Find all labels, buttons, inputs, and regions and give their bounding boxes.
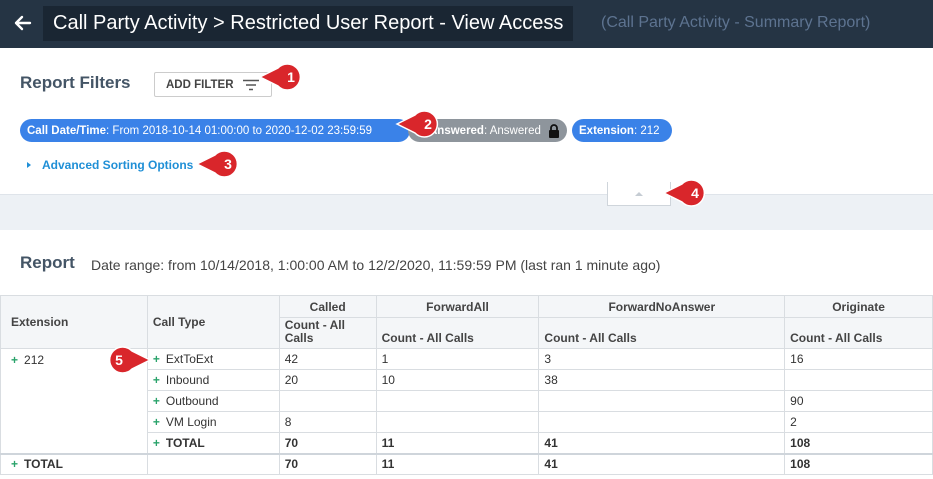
add-filter-label: ADD FILTER	[166, 78, 234, 91]
column-header-count[interactable]: Count - All Calls	[375, 317, 540, 349]
count-cell	[278, 390, 377, 412]
page-subtitle: (Call Party Activity - Summary Report)	[601, 14, 871, 31]
filters-heading: Report Filters	[20, 73, 131, 92]
call-type-cell[interactable]: + VM Login	[146, 411, 280, 433]
advanced-sorting-label: Advanced Sorting Options	[42, 158, 194, 172]
lock-icon	[548, 123, 559, 138]
report-date-range: Date range: from 10/14/2018, 1:00:00 AM …	[91, 257, 661, 273]
callout-number: 5	[115, 352, 123, 368]
top-bar: Call Party Activity > Restricted User Re…	[0, 0, 933, 48]
call-type-label: TOTAL	[165, 435, 205, 450]
count-cell: 41	[538, 432, 786, 454]
chip-key: Call Date/Time	[27, 124, 107, 137]
chip-value: : Answered	[483, 124, 541, 137]
call-type-label: VM Login	[165, 415, 217, 429]
filter-lines-icon	[243, 79, 259, 91]
count-cell: 42	[278, 348, 377, 370]
chevron-up-icon	[635, 191, 643, 196]
chip-key: Extension	[579, 124, 634, 137]
group-header-originate: Originate	[784, 295, 933, 318]
expand-plus-icon[interactable]: +	[153, 394, 160, 408]
chip-value: : 212	[633, 124, 660, 137]
call-type-label: ExtToExt	[165, 352, 214, 366]
callout-badge-2: 2	[395, 110, 439, 138]
count-cell: 16	[784, 348, 933, 370]
call-type-label: Inbound	[165, 373, 210, 387]
count-cell: 70	[278, 452, 377, 475]
count-cell: 11	[375, 432, 540, 454]
call-type-cell[interactable]: + Inbound	[146, 369, 280, 391]
column-header-count[interactable]: Count - All Calls	[538, 317, 786, 349]
expand-plus-icon[interactable]: +	[153, 415, 160, 429]
column-header-extension[interactable]: Extension	[0, 295, 148, 349]
count-cell: 11	[375, 452, 540, 475]
count-cell	[538, 411, 786, 433]
call-type-cell[interactable]: + Outbound	[146, 390, 280, 412]
count-cell: 3	[538, 348, 786, 370]
callout-number: 4	[691, 185, 699, 201]
report-table: Extension Call Type Called ForwardAll Fo…	[0, 295, 933, 475]
count-cell: 20	[278, 369, 377, 391]
page-title-box: Call Party Activity > Restricted User Re…	[43, 6, 574, 41]
filter-chip-extension[interactable]: Extension: 212	[572, 119, 672, 142]
callout-number: 2	[424, 116, 432, 132]
callout-number: 3	[224, 156, 232, 172]
expand-plus-icon[interactable]: +	[11, 457, 18, 471]
callout-badge-4: 4	[662, 179, 706, 207]
count-cell: 38	[538, 369, 786, 391]
caret-right-icon	[27, 162, 31, 168]
count-cell: 41	[538, 452, 786, 475]
column-header-call-type[interactable]: Call Type	[146, 295, 280, 349]
page-title: Call Party Activity > Restricted User Re…	[53, 12, 564, 34]
add-filter-button[interactable]: ADD FILTER	[154, 72, 272, 97]
expand-plus-icon[interactable]: +	[153, 352, 160, 366]
count-cell: 10	[375, 369, 540, 391]
callout-badge-3: 3	[195, 150, 239, 178]
callout-number: 1	[287, 69, 295, 85]
filter-chip-call-date[interactable]: Call Date/Time: From 2018-10-14 01:00:00…	[20, 119, 410, 142]
expand-plus-icon[interactable]: +	[153, 373, 160, 387]
count-cell: 90	[784, 390, 933, 412]
count-cell	[375, 390, 540, 412]
callout-badge-1: 1	[258, 63, 302, 91]
section-divider	[0, 194, 933, 230]
grand-total-label: TOTAL	[24, 457, 63, 472]
column-header-count[interactable]: Count - All Calls	[278, 317, 377, 349]
count-cell	[784, 369, 933, 391]
empty-cell	[146, 452, 280, 475]
chip-value: : From 2018-10-14 01:00:00 to 2020-12-02…	[106, 124, 373, 137]
back-arrow-icon[interactable]	[10, 10, 36, 36]
group-header-forwardall: ForwardAll	[375, 295, 540, 318]
grand-total-label-cell[interactable]: + TOTAL	[0, 452, 148, 475]
count-cell	[375, 411, 540, 433]
count-cell: 2	[784, 411, 933, 433]
advanced-sorting-toggle[interactable]: Advanced Sorting Options	[27, 158, 193, 172]
count-cell: 108	[784, 452, 933, 475]
expand-plus-icon[interactable]: +	[11, 353, 18, 367]
call-type-cell[interactable]: + TOTAL	[146, 432, 280, 454]
call-type-cell[interactable]: + ExtToExt	[146, 348, 280, 370]
table-row-grand-total: + TOTAL 70 11 41 108	[0, 452, 933, 475]
column-header-count[interactable]: Count - All Calls	[784, 317, 933, 349]
count-cell: 108	[784, 432, 933, 454]
expand-plus-icon[interactable]: +	[153, 436, 160, 450]
group-header-forwardnoanswer: ForwardNoAnswer	[538, 295, 786, 318]
extension-value: 212	[24, 353, 45, 367]
group-header-called: Called	[278, 295, 377, 318]
count-cell: 1	[375, 348, 540, 370]
count-cell: 70	[278, 432, 377, 454]
count-cell	[538, 390, 786, 412]
report-heading: Report	[20, 253, 75, 272]
call-type-label: Outbound	[165, 394, 219, 408]
callout-badge-5: 5	[108, 346, 152, 374]
count-cell: 8	[278, 411, 377, 433]
